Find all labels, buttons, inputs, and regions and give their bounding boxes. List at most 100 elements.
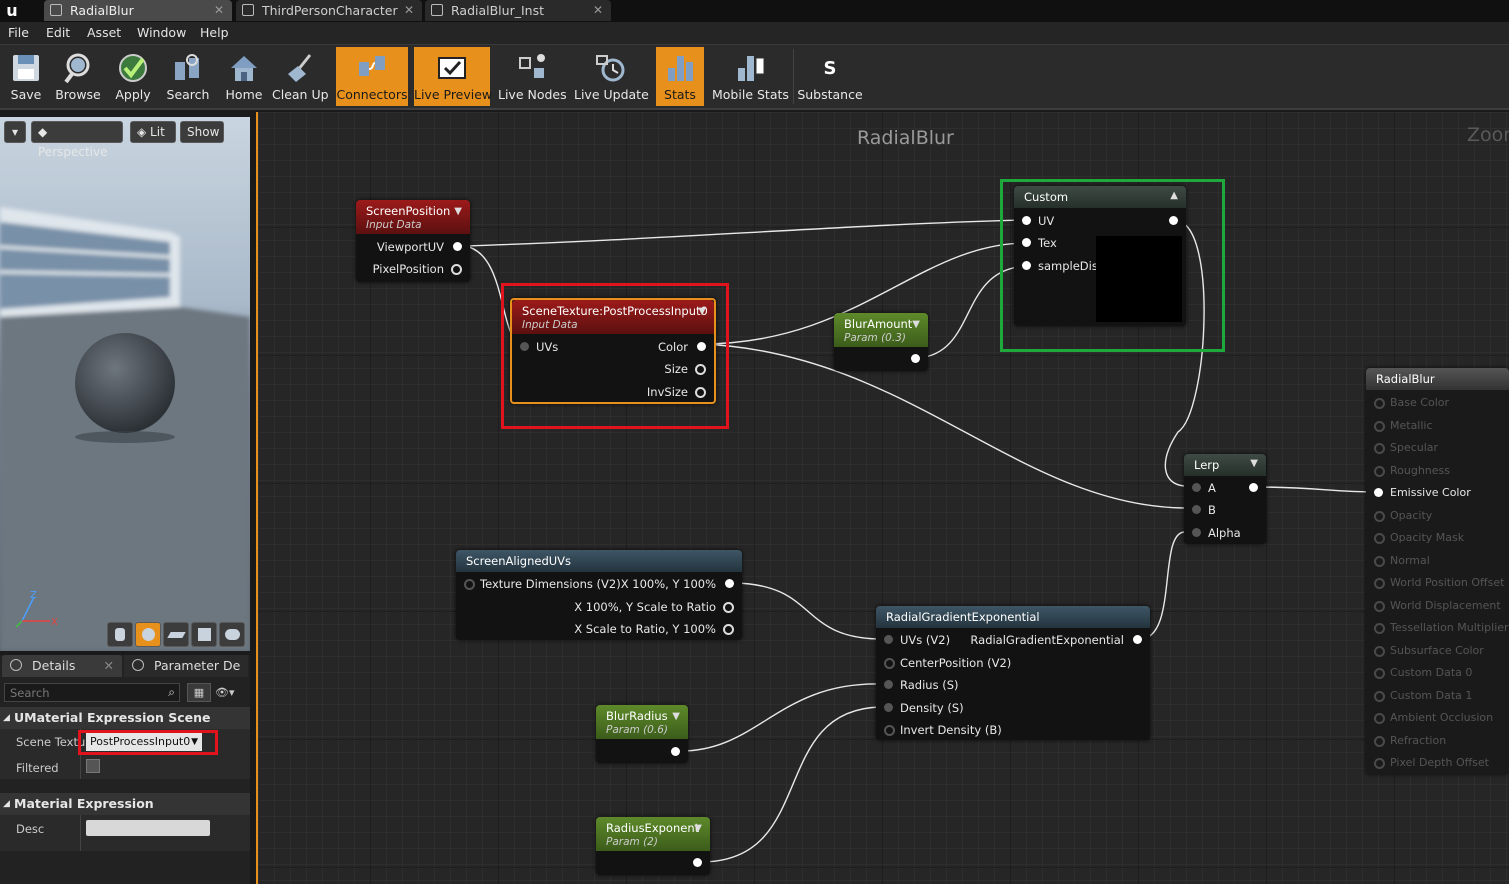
pin-lerp-output-connector[interactable] [1249,483,1258,492]
pin-pixelposition-connector[interactable] [451,264,462,275]
column-divider [80,815,81,851]
node-screen-position[interactable]: ScreenPosition Input Data ▼ ViewportUV P… [356,200,470,282]
pin-radius-connector[interactable] [884,680,893,689]
menu-asset[interactable]: Asset [87,22,121,44]
pin-connector[interactable] [1374,533,1385,544]
pin-connector[interactable] [1374,578,1385,589]
tab-radialblur[interactable]: RadialBlur ✕ [44,0,232,21]
pin-out-3-connector[interactable] [723,624,734,635]
pin-connector[interactable] [1374,713,1385,724]
pin-gradient-output-connector[interactable] [1133,635,1142,644]
pin-connector[interactable] [1374,645,1385,657]
highlight-box-red [501,283,729,429]
chevron-down-icon[interactable]: ▼ [672,711,680,722]
category-scene-texture[interactable]: ◢ UMaterial Expression Scene Texture [0,707,250,747]
menu-window[interactable]: Window [137,22,186,44]
pin-connector[interactable] [1374,555,1385,567]
node-blur-amount[interactable]: BlurAmount Param (0.3) ▼ [834,313,928,371]
viewport-options-button[interactable]: ▾ [4,121,26,143]
pin-connector[interactable] [1374,668,1385,679]
pin-output-connector[interactable] [693,858,702,867]
clean-up-button[interactable]: Clean Up [272,47,329,106]
save-button[interactable]: Save [2,47,50,106]
mobile-stats-button[interactable]: Mobile Stats [712,47,789,106]
cylinder-shape-button[interactable] [107,622,133,647]
stats-button[interactable]: Stats [656,47,704,106]
show-button[interactable]: Show [180,121,224,143]
node-material-result[interactable]: RadialBlur Base Color Metallic Specular Rou… [1366,368,1509,774]
menu-file[interactable]: File [8,22,29,44]
home-button[interactable]: Home [220,47,268,106]
pin-viewportuv-connector[interactable] [453,242,462,251]
live-nodes-button[interactable]: Live Nodes [498,47,567,106]
grid-view-icon[interactable]: ▦ [187,683,211,702]
material-graph[interactable]: RadialBlur Zoom ScreenPosition Input Dat… [256,112,1509,884]
pin-connector[interactable] [1374,420,1385,432]
menu-help[interactable]: Help [200,22,229,44]
tab-parameter-defaults[interactable]: Parameter De [124,655,248,677]
pin-connector[interactable] [1374,735,1385,747]
pin-alpha: Alpha [1208,526,1241,540]
node-lerp[interactable]: Lerp ▼ A B Alpha [1184,454,1266,544]
viewport-scene [0,207,250,651]
wire-radiusexp-density [700,706,881,863]
pin-a-connector[interactable] [1192,483,1201,492]
chevron-down-icon[interactable]: ▼ [694,823,702,834]
preview-viewport[interactable]: ▾ ◆ Perspective ◈ Lit Show Z X [0,117,250,651]
chevron-down-icon[interactable]: ▼ [912,319,920,330]
node-blur-radius[interactable]: BlurRadius Param (0.6) ▼ [596,705,688,763]
node-screen-aligned-uvs[interactable]: ScreenAlignedUVs Texture Dimensions (V2)… [456,550,742,640]
chevron-down-icon[interactable]: ▼ [454,206,462,217]
tab-thirdpersoncharacter[interactable]: ThirdPersonCharacter ✕ [236,0,422,21]
close-icon[interactable]: ✕ [593,0,603,21]
pin-centerposition-connector[interactable] [884,658,895,669]
filtered-checkbox[interactable] [86,759,100,773]
lit-button[interactable]: ◈ Lit [130,121,176,143]
pin-connector[interactable] [1374,465,1385,477]
pin-density-connector[interactable] [884,703,893,712]
pin-connector[interactable] [1374,488,1383,497]
menu-edit[interactable]: Edit [46,22,70,44]
chevron-down-icon[interactable]: ▼ [1250,458,1258,469]
node-radius-exponent[interactable]: RadiusExponent Param (2) ▼ [596,817,710,875]
sphere-shape-button[interactable] [135,622,161,647]
tab-details[interactable]: Details ✕ [2,655,122,677]
close-icon[interactable]: ✕ [214,0,224,21]
node-radial-gradient-exponential[interactable]: RadialGradientExponential UVs (V2) Radia… [876,606,1150,740]
substance-button[interactable]: S Substance [797,47,863,106]
pin-connector[interactable] [1374,510,1385,522]
blueprint-asset-icon [242,4,254,16]
pin-connector[interactable] [1374,690,1385,702]
pin-connector[interactable] [1374,600,1385,612]
teapot-shape-button[interactable] [219,622,245,647]
close-icon[interactable]: ✕ [404,0,414,21]
live-preview-button[interactable]: Live Preview [414,47,492,106]
apply-button[interactable]: Apply [108,47,158,106]
details-search-field[interactable]: Search ⌕ [4,683,180,702]
perspective-button[interactable]: ◆ Perspective [31,121,123,159]
close-icon[interactable]: ✕ [104,655,114,677]
connectors-button[interactable]: Connectors [336,47,408,106]
pin-texture-dimensions-connector[interactable] [464,579,475,590]
pin-connector[interactable] [1374,623,1385,634]
pin-output-connector[interactable] [671,747,680,756]
visibility-eye-icon[interactable]: 👁▾ [215,683,247,702]
pin-invert-density-connector[interactable] [884,725,895,736]
pin-connector[interactable] [1374,398,1385,409]
browse-button[interactable]: Browse [54,47,102,106]
category-material-expression[interactable]: ◢ Material Expression [0,793,250,815]
pin-out-2-connector[interactable] [723,602,734,613]
pin-alpha-connector[interactable] [1192,528,1201,537]
live-update-button[interactable]: Live Update [574,47,649,106]
pin-connector[interactable] [1374,443,1385,454]
cube-shape-button[interactable] [191,622,217,647]
pin-connector[interactable] [1374,758,1385,769]
desc-input[interactable] [86,820,210,836]
search-button[interactable]: Search [164,47,212,106]
plane-shape-button[interactable] [163,622,189,647]
pin-b-connector[interactable] [1192,505,1201,514]
pin-output-connector[interactable] [911,354,920,363]
tab-radialblur-inst[interactable]: RadialBlur_Inst ✕ [425,0,611,21]
pin-uvs-v2-connector[interactable] [884,635,893,644]
pin-out-1-connector[interactable] [725,579,734,588]
